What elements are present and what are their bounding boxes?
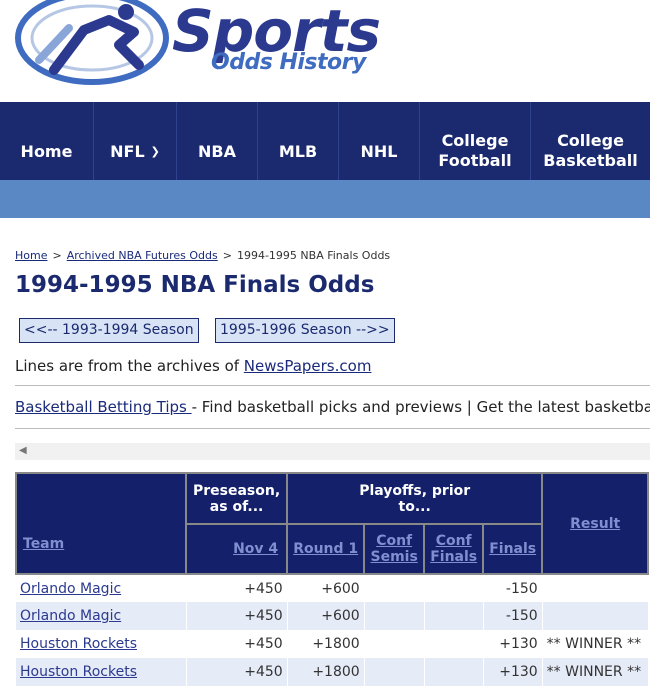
horizontal-scrollbar[interactable]: ◀	[15, 443, 650, 460]
breadcrumb-home-link[interactable]: Home	[15, 249, 47, 262]
scroll-left-icon[interactable]: ◀	[19, 445, 27, 456]
conf-finals-cell	[424, 574, 484, 602]
nav-college-football[interactable]: College Football	[420, 102, 531, 180]
conf-semis-cell	[364, 602, 425, 630]
nov4-cell: +450	[186, 658, 288, 686]
col-team-link[interactable]: Team	[23, 536, 64, 552]
team-link[interactable]: Orlando Magic	[20, 608, 121, 624]
team-cell[interactable]: Houston Rockets	[16, 658, 187, 686]
col-conf-semis-link[interactable]: Conf Semis	[371, 533, 418, 565]
page-title: 1994-1995 NBA Finals Odds	[15, 272, 375, 298]
table-row: Houston Rockets +450 +1800 +130 ** WINNE…	[16, 658, 649, 686]
team-link[interactable]: Houston Rockets	[20, 664, 137, 680]
col-preseason-group: Preseason, as of...	[184, 472, 289, 525]
team-cell[interactable]: Orlando Magic	[16, 574, 187, 602]
sub-nav-bar	[0, 180, 650, 218]
site-logo[interactable]: Sports Odds History	[0, 0, 400, 100]
conf-finals-cell	[424, 602, 484, 630]
col-conf-semis[interactable]: Conf Semis	[363, 523, 426, 575]
result-cell: ** WINNER **	[542, 630, 649, 658]
nav-nba[interactable]: NBA	[177, 102, 258, 180]
col-round1-link[interactable]: Round 1	[293, 541, 358, 557]
conf-finals-cell	[424, 658, 484, 686]
nav-mlb-label: MLB	[278, 142, 318, 161]
divider	[15, 428, 650, 429]
breadcrumb: Home > Archived NBA Futures Odds >1994-1995…	[15, 249, 390, 262]
conf-semis-cell	[364, 658, 425, 686]
nov4-cell: +450	[186, 630, 288, 658]
conf-finals-cell	[424, 630, 484, 658]
logo-subtitle: Odds History	[211, 50, 366, 75]
newspapers-link[interactable]: NewsPapers.com	[244, 357, 372, 375]
nav-home-label: Home	[20, 142, 73, 161]
breadcrumb-separator: >	[52, 249, 62, 262]
result-cell: ** WINNER **	[542, 658, 649, 686]
col-nov4[interactable]: Nov 4	[184, 523, 289, 575]
nav-nfl[interactable]: NFL ❯	[94, 102, 177, 180]
col-conf-finals-link[interactable]: Conf Finals	[430, 533, 477, 565]
col-finals-link[interactable]: Finals	[489, 541, 536, 557]
nav-nfl-label: NFL	[110, 142, 145, 161]
nav-nba-label: NBA	[198, 142, 236, 161]
divider	[15, 385, 650, 386]
result-cell	[542, 574, 649, 602]
source-note: Lines are from the archives of NewsPaper…	[15, 357, 371, 375]
nav-nhl-label: NHL	[360, 142, 398, 161]
nav-home[interactable]: Home	[0, 102, 94, 180]
round1-cell: +600	[287, 574, 365, 602]
col-finals[interactable]: Finals	[482, 523, 544, 575]
breadcrumb-archived-link[interactable]: Archived NBA Futures Odds	[67, 249, 218, 262]
team-cell[interactable]: Houston Rockets	[16, 630, 187, 658]
finals-cell: +130	[483, 658, 543, 686]
next-season-button[interactable]: 1995-1996 Season -->>	[215, 318, 395, 343]
chevron-down-icon: ❯	[150, 145, 160, 159]
nav-nhl[interactable]: NHL	[339, 102, 420, 180]
nav-college-basketball-label: College Basketball	[543, 131, 638, 170]
nav-college-basketball[interactable]: College Basketball	[531, 102, 650, 180]
nov4-cell: +450	[186, 574, 288, 602]
col-result[interactable]: Result	[541, 472, 650, 575]
finals-cell: -150	[483, 602, 543, 630]
source-note-text: Lines are from the archives of	[15, 357, 244, 375]
nav-mlb[interactable]: MLB	[258, 102, 339, 180]
odds-table: Team Preseason, as of... Playoffs, prior…	[15, 472, 650, 686]
round1-cell: +1800	[287, 658, 365, 686]
betting-tips-link[interactable]: Basketball Betting Tips	[15, 398, 192, 416]
breadcrumb-separator: >	[222, 249, 232, 262]
nav-college-football-label: College Football	[438, 131, 512, 170]
col-conf-finals[interactable]: Conf Finals	[423, 523, 485, 575]
col-result-link[interactable]: Result	[570, 516, 620, 532]
table-row: Orlando Magic +450 +600 -150	[16, 602, 649, 630]
team-link[interactable]: Houston Rockets	[20, 636, 137, 652]
main-nav: Home NFL ❯ NBA MLB NHL College Football …	[0, 102, 650, 180]
nov4-cell: +450	[186, 602, 288, 630]
col-playoffs-group: Playoffs, prior to...	[286, 472, 544, 525]
betting-tips-bar: Basketball Betting Tips - Find basketbal…	[15, 398, 650, 416]
conf-semis-cell	[364, 630, 425, 658]
team-cell[interactable]: Orlando Magic	[16, 602, 187, 630]
round1-cell: +600	[287, 602, 365, 630]
team-link[interactable]: Orlando Magic	[20, 581, 121, 597]
col-team[interactable]: Team	[15, 472, 187, 575]
betting-tips-text: - Find basketball picks and previews | G…	[191, 398, 650, 416]
table-row: Orlando Magic +450 +600 -150	[16, 574, 649, 602]
finals-cell: +130	[483, 630, 543, 658]
result-cell	[542, 602, 649, 630]
breadcrumb-current: 1994-1995 NBA Finals Odds	[236, 249, 391, 262]
table-row: Houston Rockets +450 +1800 +130 ** WINNE…	[16, 630, 649, 658]
conf-semis-cell	[364, 574, 425, 602]
runner-logo-icon	[15, 0, 169, 85]
finals-cell: -150	[483, 574, 543, 602]
prev-season-button[interactable]: <<-- 1993-1994 Season	[19, 318, 199, 343]
round1-cell: +1800	[287, 630, 365, 658]
col-round1[interactable]: Round 1	[286, 523, 366, 575]
col-nov4-link[interactable]: Nov 4	[233, 541, 278, 557]
